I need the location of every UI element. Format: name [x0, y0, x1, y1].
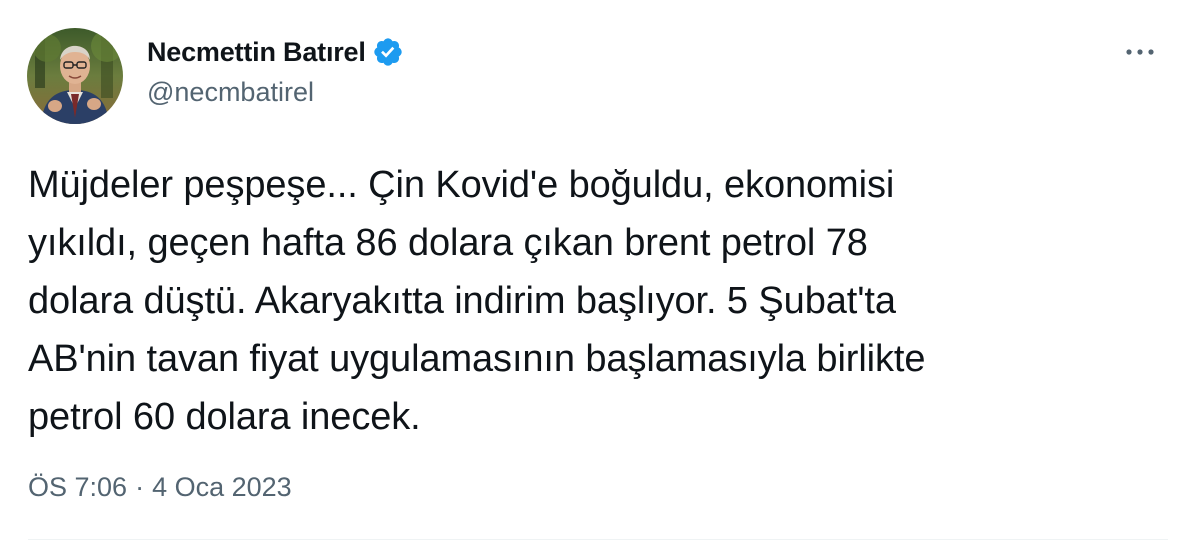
- tweet-text-line: Müjdeler peşpeşe... Çin Kovid'e boğuldu,…: [28, 164, 895, 206]
- name-row: Necmettin Batırel: [147, 34, 404, 70]
- timestamp-separator: ·: [135, 472, 145, 502]
- more-options-button[interactable]: [1120, 36, 1160, 68]
- tweet-text-line: yıkıldı, geçen hafta 86 dolara çıkan bre…: [28, 222, 868, 264]
- tweet-text: Müjdeler peşpeşe... Çin Kovid'e boğuldu,…: [28, 156, 1168, 446]
- author-handle[interactable]: @necmbatirel: [147, 74, 404, 110]
- tweet-text-line: dolara düştü. Akaryakıtta indirim başlıy…: [28, 280, 896, 322]
- tweet-timestamp: ÖS 7:06 · 4 Oca 2023: [28, 470, 292, 504]
- author-info: Necmettin Batırel @necmbatirel: [147, 34, 404, 110]
- verified-badge-icon: [372, 36, 404, 68]
- avatar-image: [27, 28, 123, 124]
- tweet-time-link[interactable]: ÖS 7:06: [28, 470, 127, 504]
- tweet-card: Necmettin Batırel @necmbatirel Müjdeler …: [0, 0, 1196, 544]
- divider: [28, 539, 1168, 540]
- tweet-text-line: petrol 60 dolara inecek.: [28, 396, 421, 438]
- tweet-date-link[interactable]: 4 Oca 2023: [152, 470, 292, 504]
- avatar[interactable]: [27, 28, 123, 124]
- more-horizontal-icon: [1126, 49, 1154, 55]
- tweet-text-line: AB'nin tavan fiyat uygulamasının başlama…: [28, 338, 926, 380]
- author-display-name[interactable]: Necmettin Batırel: [147, 34, 366, 70]
